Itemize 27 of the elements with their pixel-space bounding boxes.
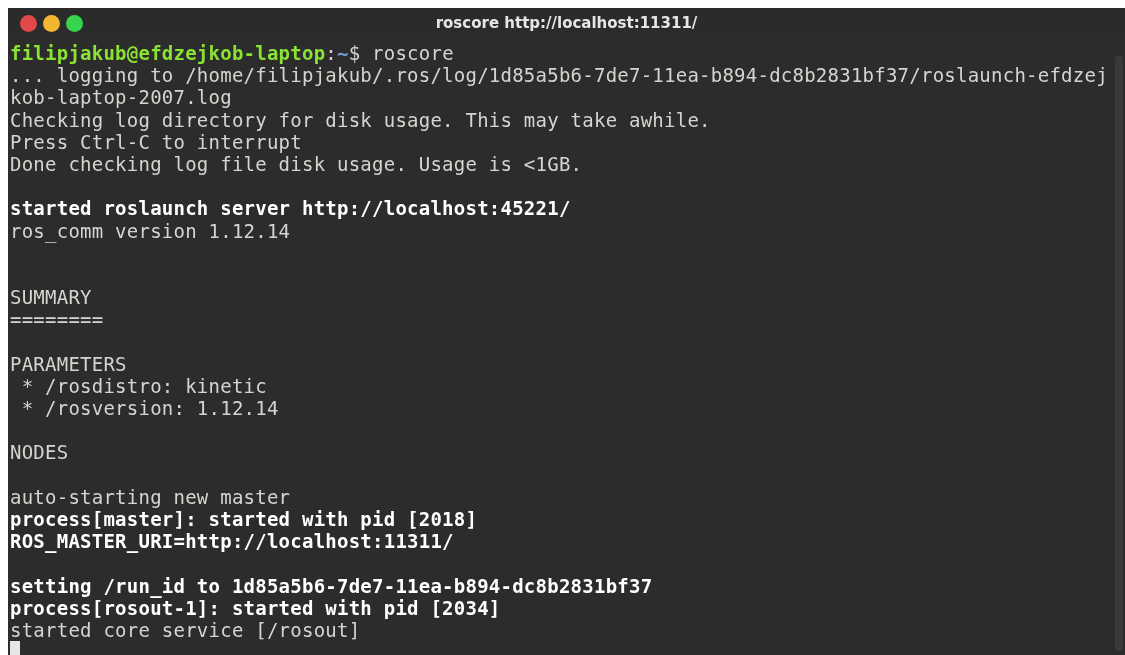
window-title: roscore http://localhost:11311/ (435, 14, 698, 32)
output-line: started roslaunch server http://localhost:45221/ (10, 197, 571, 220)
output-line: auto-starting new master (10, 485, 291, 508)
output-line: NODES (10, 441, 69, 464)
output-line: ... logging to /home/filipjakub/.ros/log/1d85a5b6-7de7-11ea-b894-dc8b2831bf37/roslaunch-efdzej (10, 64, 1108, 87)
output-line: setting /run_id to 1d85a5b6-7de7-11ea-b894-dc8b2831bf37 (10, 574, 653, 597)
output-line: PARAMETERS (10, 352, 127, 375)
close-button[interactable] (20, 14, 37, 32)
text-cursor (10, 641, 20, 655)
output-line: ======== (10, 308, 104, 331)
output-line: ros_comm version 1.12.14 (10, 219, 291, 242)
output-line: kob-laptop-2007.log (10, 86, 232, 109)
prompt-text: : (325, 42, 338, 64)
prompt-text: $ roscore (348, 42, 454, 64)
output-line: SUMMARY (10, 286, 92, 309)
output-line: process[master]: started with pid [2018] (10, 507, 478, 530)
output-line: started core service [/rosout] (10, 618, 361, 641)
output-line: ROS_MASTER_URI=http://localhost:11311/ (10, 530, 454, 553)
output-line: Checking log directory for disk usage. This may take awhile. (10, 108, 711, 131)
output-line: Done checking log file disk usage. Usage is <1GB. (10, 152, 583, 175)
output-line: * /rosversion: 1.12.14 (20, 397, 279, 419)
prompt-user: filipjakub@efdzejkob-laptop (10, 42, 326, 64)
prompt-path: ~ (337, 42, 349, 64)
minimize-button[interactable] (43, 14, 60, 32)
maximize-button[interactable] (66, 14, 83, 32)
output-line: * /rosdistro: kinetic (20, 374, 267, 397)
output-line: Press Ctrl-C to interrupt (10, 130, 302, 153)
